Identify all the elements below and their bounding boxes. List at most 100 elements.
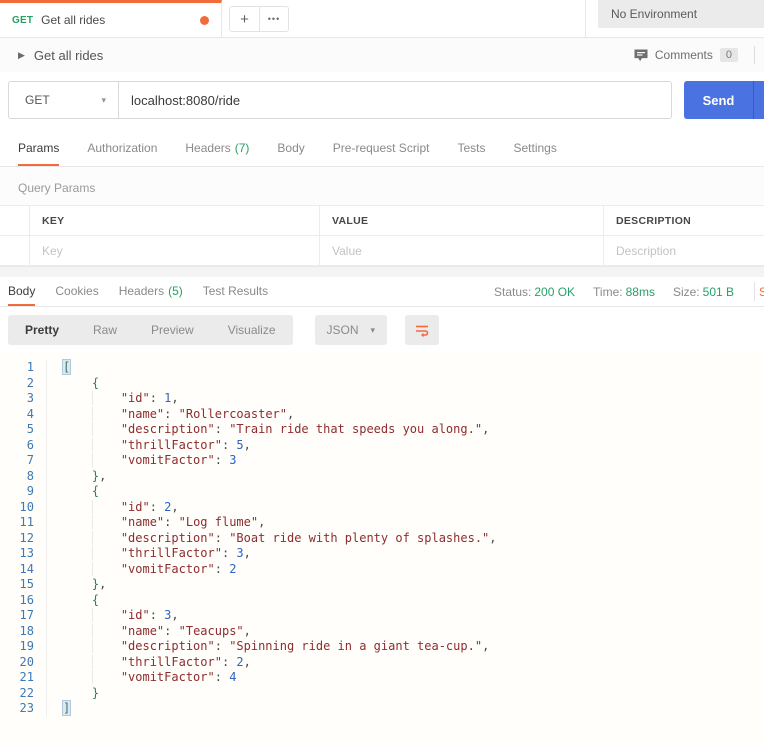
environment-selector[interactable]: No Environment: [598, 0, 764, 28]
response-body-editor[interactable]: 1[2 {3 "id": 1,4 "name": "Rollercoaster"…: [0, 353, 764, 746]
line-content: "id": 2,: [46, 500, 179, 516]
new-tab-button[interactable]: +: [230, 7, 259, 31]
line-content: },: [46, 577, 106, 593]
query-params-label: Query Params: [0, 177, 764, 205]
divider: [754, 46, 755, 64]
view-pretty-button[interactable]: Pretty: [8, 315, 76, 345]
tab-bar: GET Get all rides + ••• No Environment: [0, 0, 764, 38]
line-content: "description": "Boat ride with plenty of…: [46, 531, 497, 547]
line-number: 7: [0, 453, 46, 469]
line-number: 2: [0, 376, 46, 392]
code-line: 23]: [0, 701, 764, 717]
line-number: 1: [0, 360, 46, 376]
tab-body[interactable]: Body: [277, 132, 304, 166]
description-input[interactable]: Description: [604, 236, 764, 265]
code-line: 11 "name": "Log flume",: [0, 515, 764, 531]
code-line: 18 "name": "Teacups",: [0, 624, 764, 640]
response-tab-headers[interactable]: Headers(5): [119, 277, 183, 306]
key-column-header: KEY: [30, 206, 320, 235]
request-title: Get all rides: [34, 48, 103, 63]
line-number: 3: [0, 391, 46, 407]
url-row: GET ▾ localhost:8080/ride Send ▾: [0, 72, 764, 132]
key-input[interactable]: Key: [30, 236, 320, 265]
method-dropdown[interactable]: GET ▾: [8, 81, 118, 119]
code-line: 13 "thrillFactor": 3,: [0, 546, 764, 562]
wrap-text-button[interactable]: [405, 315, 439, 345]
line-number: 10: [0, 500, 46, 516]
code-line: 22 }: [0, 686, 764, 702]
tab-authorization[interactable]: Authorization: [87, 132, 157, 166]
status-metric: Status:200 OK: [494, 285, 575, 299]
request-tab-get-all-rides[interactable]: GET Get all rides: [0, 0, 222, 37]
code-line: 9 {: [0, 484, 764, 500]
code-line: 8 },: [0, 469, 764, 485]
collapse-caret-icon[interactable]: ▶: [18, 50, 25, 61]
line-content: },: [46, 469, 106, 485]
line-content: "thrillFactor": 3,: [46, 546, 251, 562]
code-line: 4 "name": "Rollercoaster",: [0, 407, 764, 423]
comments-count-badge: 0: [720, 48, 738, 62]
line-number: 13: [0, 546, 46, 562]
response-toolbar: Pretty Raw Preview Visualize JSON ▾: [0, 307, 764, 353]
tab-actions: + •••: [229, 6, 289, 32]
response-tab-test-results[interactable]: Test Results: [203, 277, 268, 306]
view-preview-button[interactable]: Preview: [134, 315, 211, 345]
line-number: 16: [0, 593, 46, 609]
line-content: "description": "Spinning ride in a giant…: [46, 639, 489, 655]
line-number: 6: [0, 438, 46, 454]
tab-tests[interactable]: Tests: [457, 132, 485, 166]
line-number: 12: [0, 531, 46, 547]
headers-count: (7): [235, 141, 250, 155]
pane-separator[interactable]: [0, 266, 764, 277]
query-params-section: Query Params KEY VALUE DESCRIPTION Key V…: [0, 167, 764, 266]
line-content: "thrillFactor": 5,: [46, 438, 251, 454]
view-visualize-button[interactable]: Visualize: [211, 315, 293, 345]
code-line: 5 "description": "Train ride that speeds…: [0, 422, 764, 438]
tab-settings[interactable]: Settings: [514, 132, 557, 166]
line-number: 15: [0, 577, 46, 593]
query-params-table: KEY VALUE DESCRIPTION Key Value Descript…: [0, 205, 764, 266]
tab-headers[interactable]: Headers(7): [185, 132, 249, 166]
tab-pre-request-script[interactable]: Pre-request Script: [333, 132, 430, 166]
code-line: 12 "description": "Boat ride with plenty…: [0, 531, 764, 547]
tab-options-button[interactable]: •••: [259, 7, 288, 31]
code-line: 20 "thrillFactor": 2,: [0, 655, 764, 671]
line-content: }: [46, 686, 99, 702]
line-number: 23: [0, 701, 46, 717]
view-raw-button[interactable]: Raw: [76, 315, 134, 345]
code-lines: 1[2 {3 "id": 1,4 "name": "Rollercoaster"…: [0, 360, 764, 717]
line-number: 17: [0, 608, 46, 624]
line-number: 20: [0, 655, 46, 671]
code-line: 21 "vomitFactor": 4: [0, 670, 764, 686]
line-content: {: [46, 484, 99, 500]
select-column-header: [0, 206, 30, 235]
save-response-button[interactable]: Save Response: [755, 277, 764, 306]
divider: [585, 0, 586, 38]
tab-params[interactable]: Params: [18, 132, 59, 166]
response-tab-cookies[interactable]: Cookies: [55, 277, 98, 306]
url-input[interactable]: localhost:8080/ride: [118, 81, 672, 119]
tab-title: Get all rides: [41, 13, 192, 27]
line-content: ]: [46, 701, 70, 717]
send-options-chevron-icon[interactable]: ▾: [754, 81, 764, 119]
comments-label: Comments: [655, 48, 713, 62]
tab-method-label: GET: [12, 15, 33, 26]
comments-button[interactable]: Comments 0: [634, 48, 738, 62]
code-line: 19 "description": "Spinning ride in a gi…: [0, 639, 764, 655]
send-button[interactable]: Send ▾: [684, 81, 764, 119]
format-value: JSON: [327, 323, 359, 337]
unsaved-changes-dot: [200, 16, 209, 25]
comment-icon: [634, 49, 648, 62]
line-number: 9: [0, 484, 46, 500]
method-value: GET: [25, 93, 50, 107]
value-input[interactable]: Value: [320, 236, 604, 265]
line-content: "vomitFactor": 2: [46, 562, 236, 578]
line-content: "name": "Log flume",: [46, 515, 265, 531]
row-select-cell[interactable]: [0, 236, 30, 265]
line-content: {: [46, 593, 99, 609]
format-dropdown[interactable]: JSON ▾: [315, 315, 388, 345]
response-tab-body[interactable]: Body: [8, 277, 35, 306]
code-line: 14 "vomitFactor": 2: [0, 562, 764, 578]
line-content: "name": "Rollercoaster",: [46, 407, 294, 423]
description-column-header: DESCRIPTION: [604, 206, 764, 235]
